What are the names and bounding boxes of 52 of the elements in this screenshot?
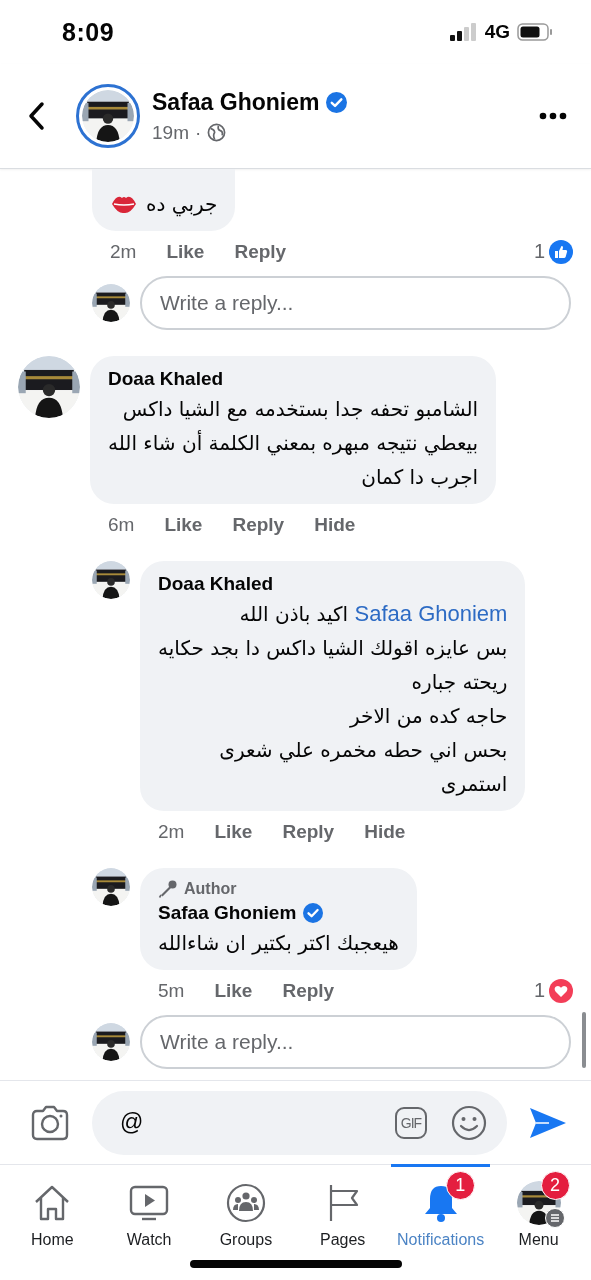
camera-icon[interactable]	[30, 1104, 70, 1141]
groups-icon	[225, 1183, 266, 1223]
menu-icon	[544, 1208, 565, 1228]
mention-link[interactable]: Safaa Ghoniem	[354, 601, 508, 626]
author-label: Author	[184, 880, 237, 898]
more-icon[interactable]	[539, 112, 567, 120]
network-label: 4G	[484, 21, 510, 43]
clock-time: 8:09	[62, 17, 115, 47]
battery-icon	[517, 23, 553, 41]
reply-field[interactable]: Write a reply...	[140, 1015, 571, 1069]
action-link[interactable]: Like	[214, 820, 253, 843]
nav-tab[interactable]: 1 Notifications	[391, 1164, 491, 1250]
nav-tab[interactable]: 2 Menu	[490, 1164, 587, 1250]
action-link[interactable]: Like	[164, 513, 203, 536]
globe-icon	[207, 123, 227, 142]
gif-button[interactable]: GIF	[395, 1106, 427, 1139]
nav-tab[interactable]: Home	[4, 1164, 101, 1250]
separator-dot: ·	[194, 121, 202, 144]
commenter-name[interactable]: Doaa Khaled	[158, 573, 274, 595]
reaction-count: 1	[533, 240, 545, 263]
author-name[interactable]: Safaa Ghoniem	[152, 88, 320, 116]
action-link[interactable]: Reply	[282, 979, 335, 1002]
action-link[interactable]: Hide	[364, 820, 406, 843]
action-link[interactable]: Hide	[314, 513, 356, 536]
nav-tab[interactable]: Watch	[100, 1164, 198, 1250]
signal-icon	[449, 23, 478, 41]
reaction-count: 1	[533, 979, 545, 1002]
scrollbar[interactable]	[582, 1012, 586, 1068]
comment-time: 5m	[158, 979, 185, 1002]
comment-text: الشامبو تحفه جدا بستخدمه مع الشيا داكس بيعطي نتيجه مبهره بمعني الكلمة أن شاء الله اجرب دا كمان	[108, 396, 479, 491]
post-time: 19m	[152, 121, 189, 144]
send-icon[interactable]	[529, 1105, 567, 1140]
commenter-name[interactable]: Safaa Ghoniem	[158, 902, 297, 924]
nav-tab[interactable]: Pages	[294, 1164, 392, 1250]
comment-time: 6m	[108, 513, 135, 536]
comment-time: 2m	[110, 240, 137, 263]
smiley-icon[interactable]	[451, 1104, 487, 1141]
comment-text: جربي ده	[146, 191, 218, 219]
comment-time: 2m	[158, 820, 185, 843]
action-link[interactable]: Reply	[232, 513, 285, 536]
nav-tab[interactable]: Groups	[197, 1164, 295, 1250]
action-link[interactable]: Reply	[282, 820, 335, 843]
action-link[interactable]: Like	[166, 240, 205, 263]
reply-field[interactable]: Write a reply...	[140, 276, 571, 330]
action-link[interactable]: Reply	[234, 240, 287, 263]
action-link[interactable]: Like	[214, 979, 253, 1002]
notification-badge: 1	[445, 1171, 475, 1200]
commenter-name[interactable]: Doaa Khaled	[108, 368, 224, 390]
notification-badge: 2	[540, 1171, 570, 1200]
video-icon	[129, 1185, 170, 1221]
microphone-icon	[158, 879, 178, 899]
comment-text: هيعجبك اكتر بكتير ان شاءالله	[158, 930, 399, 957]
